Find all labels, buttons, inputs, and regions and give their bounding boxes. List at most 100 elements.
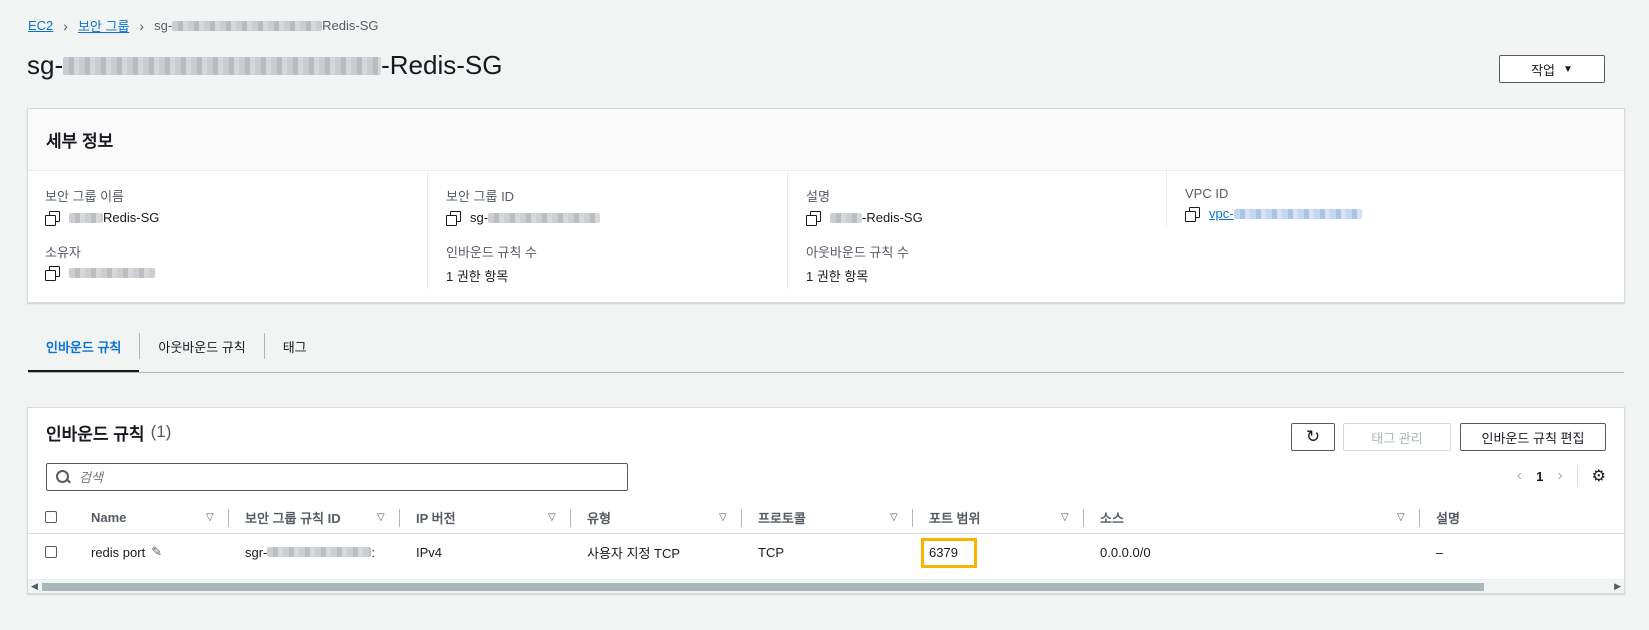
cell-source: 0.0.0.0/0 [1100,544,1151,560]
sort-icon[interactable]: ▽ [1061,512,1069,523]
details-grid: 보안 그룹 이름 Redis-SG 소유자 보안 그룹 ID sg- 인바운드 … [28,171,1624,301]
inbound-count-value: 1 권한 항목 [446,269,509,284]
column-header-rule-id[interactable]: 보안 그룹 규칙 ID [245,501,341,533]
copy-icon[interactable] [45,266,60,281]
pencil-icon[interactable]: ✎ [151,544,162,560]
details-column-1: 보안 그룹 이름 Redis-SG 소유자 [28,171,428,289]
sort-icon[interactable]: ▽ [1397,512,1405,523]
inbound-count-field: 인바운드 규칙 수 1 권한 항목 [446,242,537,285]
page-title: sg- -Redis-SG [27,50,502,81]
actions-dropdown-button[interactable]: 작업 ▼ [1499,55,1605,83]
sort-icon[interactable]: ▽ [206,512,214,523]
redacted-text [172,20,323,31]
sg-id-label: 보안 그룹 ID [446,189,515,204]
column-separator[interactable] [741,509,742,527]
inbound-rules-panel: 인바운드 규칙 (1) ↻ 태그 관리 인바운드 규칙 편집 ‹ 1 › ⚙ N… [27,407,1625,594]
row-checkbox[interactable] [45,546,57,558]
copy-icon[interactable] [1185,206,1200,222]
column-separator[interactable] [912,509,913,527]
redacted-text [267,547,372,557]
vpc-id-label: VPC ID [1185,186,1229,201]
sg-id-field: 보안 그룹 ID sg- [446,186,601,226]
breadcrumb-security-groups-link[interactable]: 보안 그룹 [78,16,129,35]
copy-icon[interactable] [446,210,461,226]
sort-icon[interactable]: ▽ [890,512,898,523]
column-separator[interactable] [399,509,400,527]
chevron-right-icon: › [63,17,68,34]
scroll-left-icon[interactable]: ◀ [31,581,38,592]
column-separator[interactable] [570,509,571,527]
select-all-checkbox-cell [45,501,57,533]
details-panel: 세부 정보 보안 그룹 이름 Redis-SG 소유자 보안 그룹 ID sg-… [27,108,1625,303]
details-column-3: 설명 -Redis-SG 아웃바운드 규칙 수 1 권한 항목 [787,171,1167,289]
cell-ip-version: IPv4 [416,544,443,560]
sg-name-value: Redis-SG [103,210,160,225]
sg-name-field: 보안 그룹 이름 Redis-SG [45,186,160,226]
column-separator[interactable] [228,509,229,527]
breadcrumb-current-prefix: sg- [154,18,173,33]
owner-value-row [45,266,155,281]
description-value-row: -Redis-SG [806,210,923,226]
chevron-right-icon[interactable]: › [1557,467,1562,485]
column-header-protocol[interactable]: 프로토콜 [758,501,806,533]
gear-icon[interactable]: ⚙ [1592,466,1606,486]
page-title-suffix: -Redis-SG [381,50,503,80]
page-number[interactable]: 1 [1536,469,1543,484]
column-header-source[interactable]: 소스 [1100,501,1124,533]
sort-icon[interactable]: ▽ [377,512,385,523]
search-input[interactable] [79,469,619,485]
outbound-count-label: 아웃바운드 규칙 수 [806,245,909,260]
refresh-button[interactable]: ↻ [1291,423,1335,451]
column-header-port-range[interactable]: 포트 범위 [929,501,980,533]
rule-id-suffix: : [371,544,376,560]
divider [1576,466,1578,486]
search-field[interactable] [46,463,628,491]
copy-icon[interactable] [45,210,60,226]
copy-icon[interactable] [806,210,821,226]
table-row[interactable]: redis port ✎ sgr- : IPv4 사용자 지정 TCP TCP … [28,534,1624,570]
sg-name-value-row: Redis-SG [45,210,160,226]
cell-port-range: 6379 [929,544,958,560]
redacted-text [63,56,382,75]
owner-label: 소유자 [45,245,81,260]
column-separator[interactable] [1083,509,1084,527]
page-title-prefix: sg- [27,50,64,80]
sort-icon[interactable]: ▽ [548,512,556,523]
column-header-type[interactable]: 유형 [587,501,611,533]
manage-tags-button[interactable]: 태그 관리 [1343,423,1451,451]
rule-name: redis port [91,544,146,560]
column-separator[interactable] [1419,509,1420,527]
tab-bar: 인바운드 규칙 아웃바운드 규칙 태그 [28,315,1624,373]
breadcrumb-current: sg- Redis-SG [154,18,378,33]
edit-inbound-rules-button[interactable]: 인바운드 규칙 편집 [1460,423,1606,451]
cell-name: redis port ✎ [91,534,162,570]
actions-label: 작업 [1531,62,1555,78]
redacted-text [69,212,103,223]
details-column-4: VPC ID vpc- [1166,171,1606,227]
breadcrumb-current-suffix: Redis-SG [322,18,379,33]
column-header-description[interactable]: 설명 [1436,501,1460,533]
select-all-checkbox[interactable] [45,511,57,523]
vpc-id-link[interactable]: vpc- [1209,206,1234,221]
inbound-count-label: 인바운드 규칙 수 [446,245,537,260]
column-header-name[interactable]: Name [91,501,126,533]
tab-inbound-rules[interactable]: 인바운드 규칙 [28,315,140,372]
sort-icon[interactable]: ▽ [719,512,727,523]
vpc-id-value-row: vpc- [1185,206,1362,222]
table-header: Name ▽ 보안 그룹 규칙 ID ▽ IP 버전 ▽ 유형 ▽ 프로토콜 ▽… [28,501,1624,534]
caret-down-icon: ▼ [1563,63,1573,75]
scrollbar-thumb[interactable] [42,583,1484,591]
cell-rule-id: sgr- : [245,534,375,570]
inbound-rules-title: 인바운드 규칙 [46,424,145,444]
breadcrumb-ec2-link[interactable]: EC2 [28,18,53,33]
column-header-ip-version[interactable]: IP 버전 [416,501,456,533]
scroll-right-icon[interactable]: ▶ [1614,581,1621,592]
sg-name-label: 보안 그룹 이름 [45,189,124,204]
description-label: 설명 [806,189,830,204]
tab-tags[interactable]: 태그 [265,315,325,372]
horizontal-scrollbar[interactable]: ◀ ▶ [28,579,1624,593]
chevron-right-icon: › [139,17,145,34]
breadcrumb: EC2 › 보안 그룹 › sg- Redis-SG [28,16,379,35]
tab-outbound-rules[interactable]: 아웃바운드 규칙 [140,315,263,372]
chevron-left-icon[interactable]: ‹ [1517,467,1522,485]
